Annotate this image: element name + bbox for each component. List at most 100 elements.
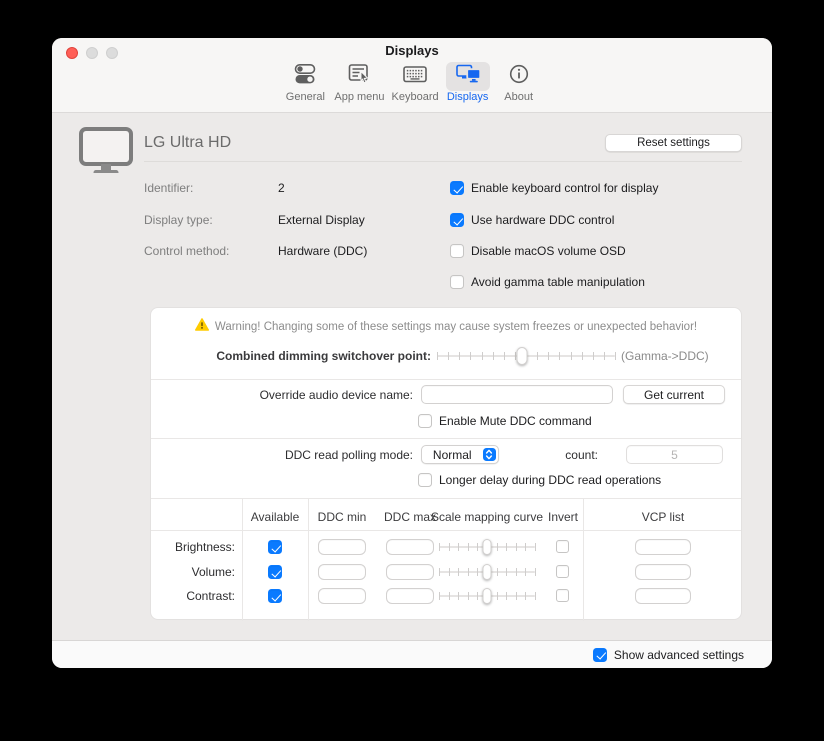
control-method-label: Control method:: [144, 244, 229, 258]
dimming-slider[interactable]: [437, 347, 615, 365]
keyboard-control-checkbox[interactable]: [450, 181, 464, 195]
identifier-label: Identifier:: [144, 181, 193, 195]
row-label-contrast: Contrast:: [151, 589, 235, 603]
reset-settings-button[interactable]: Reset settings: [605, 134, 742, 152]
header-divider: [144, 161, 742, 162]
card-divider-2: [151, 438, 741, 439]
count-input: 5: [626, 445, 723, 464]
menu-document-icon: [347, 63, 371, 90]
tab-general-label: General: [286, 91, 325, 103]
keyboard-control-label: Enable keyboard control for display: [471, 181, 658, 195]
checkbox-row-mute-ddc[interactable]: Enable Mute DDC command: [418, 414, 592, 428]
settings-content: LG Ultra HD Reset settings Identifier: 2…: [52, 114, 772, 640]
count-label: count:: [531, 448, 598, 462]
checkbox-row-hardware-ddc[interactable]: Use hardware DDC control: [450, 213, 614, 227]
brightness-ddc-min-input[interactable]: [318, 539, 366, 555]
table-vline-2: [308, 498, 309, 621]
polling-mode-select[interactable]: Normal: [421, 445, 499, 464]
longer-delay-checkbox[interactable]: [418, 473, 432, 487]
hardware-ddc-label: Use hardware DDC control: [471, 213, 614, 227]
info-row-identifier: Identifier: 2: [144, 181, 193, 195]
card-divider-3: [151, 498, 741, 499]
volume-osd-checkbox[interactable]: [450, 244, 464, 258]
control-method-value: Hardware (DDC): [278, 244, 367, 258]
checkbox-row-gamma-table[interactable]: Avoid gamma table manipulation: [450, 275, 645, 289]
display-type-value: External Display: [278, 213, 365, 227]
col-header-available: Available: [251, 510, 299, 524]
volume-invert-checkbox[interactable]: [556, 565, 569, 578]
window-title: Displays: [52, 43, 772, 58]
advanced-settings-card: Warning! Changing some of these settings…: [150, 307, 742, 620]
identifier-value: 2: [278, 181, 285, 195]
display-type-label: Display type:: [144, 213, 213, 227]
checkbox-row-longer-delay[interactable]: Longer delay during DDC read operations: [418, 473, 661, 487]
volume-available-checkbox[interactable]: [268, 565, 282, 579]
col-header-scale-curve: Scale mapping curve: [431, 510, 543, 524]
device-name: LG Ultra HD: [144, 134, 231, 152]
table-header-divider: [151, 530, 741, 531]
toggles-icon: [292, 63, 318, 90]
warning-row: Warning! Changing some of these settings…: [151, 318, 741, 336]
volume-vcp-input[interactable]: [635, 564, 691, 580]
gamma-table-checkbox[interactable]: [450, 275, 464, 289]
gamma-table-label: Avoid gamma table manipulation: [471, 275, 645, 289]
tab-about[interactable]: About: [497, 62, 541, 103]
checkbox-row-volume-osd[interactable]: Disable macOS volume OSD: [450, 244, 626, 258]
tab-displays[interactable]: Displays: [446, 62, 490, 103]
table-vline-3: [583, 498, 584, 621]
volume-osd-label: Disable macOS volume OSD: [471, 244, 626, 258]
contrast-curve-slider[interactable]: [439, 588, 535, 604]
contrast-available-checkbox[interactable]: [268, 589, 282, 603]
tab-keyboard[interactable]: Keyboard: [392, 62, 439, 103]
info-row-control-method: Control method: Hardware (DDC): [144, 244, 229, 258]
col-header-ddc-min: DDC min: [318, 510, 367, 524]
info-icon: [508, 63, 530, 90]
volume-ddc-min-input[interactable]: [318, 564, 366, 580]
warning-icon: [195, 318, 209, 336]
warning-text: Warning! Changing some of these settings…: [215, 321, 697, 333]
displays-icon: [454, 63, 482, 90]
brightness-vcp-input[interactable]: [635, 539, 691, 555]
longer-delay-label: Longer delay during DDC read operations: [439, 473, 661, 487]
card-divider-1: [151, 379, 741, 380]
audio-name-input[interactable]: [421, 385, 613, 404]
footer-bar: Show advanced settings: [52, 640, 772, 668]
get-current-button[interactable]: Get current: [623, 385, 725, 404]
show-advanced-checkbox[interactable]: [593, 648, 607, 662]
volume-ddc-max-input[interactable]: [386, 564, 434, 580]
monitor-icon: [78, 126, 134, 179]
dimming-label: Combined dimming switchover point:: [151, 349, 431, 363]
col-header-ddc-max: DDC max: [384, 510, 436, 524]
brightness-curve-slider[interactable]: [439, 539, 535, 555]
tab-displays-label: Displays: [447, 91, 489, 103]
contrast-invert-checkbox[interactable]: [556, 589, 569, 602]
hardware-ddc-checkbox[interactable]: [450, 213, 464, 227]
stepper-arrows-icon: [483, 448, 496, 461]
col-header-invert: Invert: [548, 510, 578, 524]
tab-about-label: About: [504, 91, 533, 103]
tab-keyboard-label: Keyboard: [392, 91, 439, 103]
toolbar-tabs: General App menu: [52, 62, 772, 103]
tab-general[interactable]: General: [283, 62, 327, 103]
checkbox-row-keyboard-control[interactable]: Enable keyboard control for display: [450, 181, 658, 195]
info-row-display-type: Display type: External Display: [144, 213, 213, 227]
audio-name-label: Override audio device name:: [151, 388, 413, 402]
contrast-ddc-min-input[interactable]: [318, 588, 366, 604]
brightness-ddc-max-input[interactable]: [386, 539, 434, 555]
mute-ddc-checkbox[interactable]: [418, 414, 432, 428]
brightness-invert-checkbox[interactable]: [556, 540, 569, 553]
brightness-available-checkbox[interactable]: [268, 540, 282, 554]
contrast-vcp-input[interactable]: [635, 588, 691, 604]
polling-mode-label: DDC read polling mode:: [151, 448, 413, 462]
contrast-ddc-max-input[interactable]: [386, 588, 434, 604]
table-vline-1: [242, 498, 243, 621]
keyboard-icon: [402, 64, 428, 89]
displays-window: Displays General: [52, 38, 772, 668]
col-header-vcp-list: VCP list: [642, 510, 684, 524]
dimming-suffix: (Gamma->DDC): [621, 349, 709, 363]
row-label-brightness: Brightness:: [151, 540, 235, 554]
mute-ddc-label: Enable Mute DDC command: [439, 414, 592, 428]
volume-curve-slider[interactable]: [439, 564, 535, 580]
tab-app-menu[interactable]: App menu: [334, 62, 384, 103]
polling-mode-value: Normal: [422, 448, 483, 462]
